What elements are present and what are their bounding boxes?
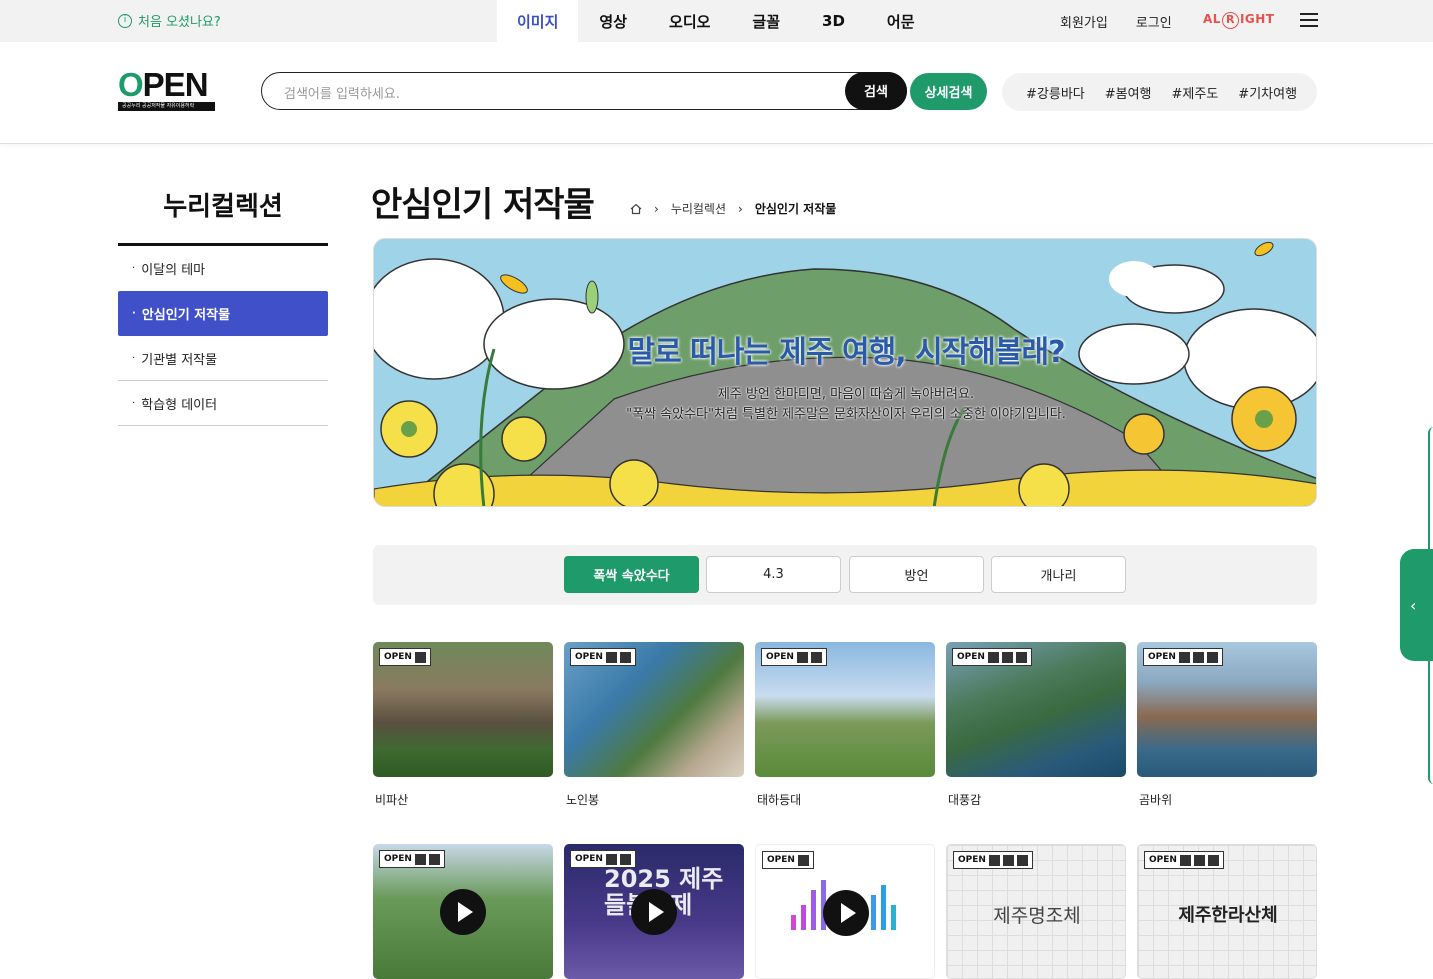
first-visit-link[interactable]: i 처음 오셨나요? — [118, 11, 221, 30]
tab-3d[interactable]: 3D — [801, 0, 866, 42]
open-badge: OPEN — [762, 851, 814, 869]
logo-subtitle: 공공누리 공공저작물 자유이용허락 — [118, 102, 215, 111]
sidebar-menu: · 이달의 테마 · 안심인기 저작물 · 기관별 저작물 · 학습형 데이터 — [118, 243, 328, 426]
filter-chip[interactable]: 방언 — [849, 556, 984, 593]
work-card[interactable]: OPEN 곰바위 — [1137, 642, 1317, 808]
search-input[interactable]: 검색어를 입력하세요. — [284, 83, 400, 102]
alright-logo[interactable]: AL R IGHT — [1203, 12, 1274, 29]
work-title[interactable]: 대풍감 — [946, 791, 1126, 808]
filter-chip[interactable]: 폭싹 속았수다 — [564, 556, 699, 593]
work-thumbnail[interactable]: OPEN 2025 제주 들불축제 — [564, 844, 744, 979]
tag-link[interactable]: #기차여행 — [1238, 83, 1297, 102]
work-title[interactable]: 태하등대 — [755, 791, 935, 808]
tag-link[interactable]: #봄여행 — [1105, 83, 1152, 102]
work-thumbnail[interactable]: OPEN 제주명조체 — [946, 844, 1126, 979]
tab-font[interactable]: 글꼴 — [731, 0, 801, 42]
popular-tags: #강릉바다 #봄여행 #제주도 #기차여행 — [1002, 73, 1317, 111]
home-icon[interactable] — [630, 203, 642, 215]
tab-text[interactable]: 어문 — [866, 0, 936, 42]
work-card[interactable]: OPEN 비파산 — [373, 642, 553, 808]
sidebar-title: 누리컬렉션 — [163, 192, 283, 222]
info-icon: i — [118, 13, 132, 28]
sidebar-item-popular-works[interactable]: · 안심인기 저작물 — [118, 291, 328, 336]
tab-image[interactable]: 이미지 — [497, 0, 579, 42]
play-icon[interactable] — [823, 890, 869, 936]
filter-chip[interactable]: 개나리 — [991, 556, 1126, 593]
hamburger-menu-icon[interactable] — [1300, 13, 1318, 27]
work-card[interactable]: OPEN 노인봉 — [564, 642, 744, 808]
filter-chip[interactable]: 4.3 — [706, 556, 841, 593]
chevron-left-icon: ‹ — [1410, 595, 1417, 615]
open-badge: OPEN — [1144, 851, 1224, 869]
poster-text: 제주명조체 — [993, 905, 1081, 927]
work-thumbnail[interactable]: OPEN — [755, 642, 935, 777]
banner-headline: 말로 떠나는 제주 여행, 시작해볼래? — [627, 335, 1066, 370]
work-title[interactable]: 노인봉 — [564, 791, 744, 808]
work-card[interactable]: OPEN 대풍감 — [946, 642, 1126, 808]
chevron-right-icon: › — [738, 201, 743, 216]
advanced-search-button[interactable]: 상세검색 — [910, 73, 987, 110]
work-card[interactable]: OPEN — [373, 844, 553, 979]
chevron-right-icon: › — [654, 201, 659, 216]
breadcrumb-item[interactable]: 누리컬렉션 — [671, 200, 726, 217]
breadcrumb: › 누리컬렉션 › 안심인기 저작물 — [630, 200, 836, 217]
open-badge: OPEN — [570, 648, 636, 666]
tag-link[interactable]: #강릉바다 — [1026, 83, 1085, 102]
work-title[interactable]: 곰바위 — [1137, 791, 1317, 808]
poster-text: 제주한라산체 — [1178, 905, 1278, 926]
work-thumbnail[interactable]: OPEN — [1137, 642, 1317, 777]
banner-illustration — [374, 241, 1316, 506]
side-panel-toggle[interactable]: ‹ — [1400, 549, 1433, 661]
open-logo[interactable]: OPEN 공공누리 공공저작물 자유이용허락 — [118, 68, 215, 112]
search-box: 검색어를 입력하세요. 검색 — [261, 71, 907, 110]
breadcrumb-current: 안심인기 저작물 — [754, 202, 837, 216]
work-title[interactable]: 비파산 — [373, 791, 553, 808]
work-thumbnail[interactable]: OPEN — [755, 844, 935, 979]
sidebar-item-learning-data[interactable]: · 학습형 데이터 — [118, 381, 328, 426]
user-links: 회원가입 로그인 — [1060, 12, 1172, 31]
page-title: 안심인기 저작물 — [371, 185, 595, 225]
play-icon[interactable] — [631, 889, 677, 935]
play-icon[interactable] — [440, 889, 486, 935]
tab-audio[interactable]: 오디오 — [648, 0, 731, 42]
work-thumbnail[interactable]: OPEN — [373, 844, 553, 979]
open-badge: OPEN — [761, 648, 827, 666]
banner-line-2: "폭싹 속았수다"처럼 특별한 제주말은 문화자산이자 우리의 소중한 이야기입… — [626, 407, 1066, 422]
work-thumbnail[interactable]: OPEN — [946, 642, 1126, 777]
join-link[interactable]: 회원가입 — [1060, 12, 1108, 31]
tag-link[interactable]: #제주도 — [1172, 83, 1219, 102]
work-thumbnail[interactable]: OPEN — [564, 642, 744, 777]
tab-video[interactable]: 영상 — [578, 0, 648, 42]
work-thumbnail[interactable]: OPEN 제주한라산체 — [1137, 844, 1317, 979]
theme-banner[interactable]: 말로 떠나는 제주 여행, 시작해볼래? 제주 방언 한마디면, 마음이 따숩게… — [373, 238, 1317, 507]
header: OPEN 공공누리 공공저작물 자유이용허락 검색어를 입력하세요. 검색 상세… — [0, 42, 1433, 144]
filter-bar: 폭싹 속았수다 4.3 방언 개나리 — [373, 545, 1317, 605]
sidebar-item-monthly-theme[interactable]: · 이달의 테마 — [118, 246, 328, 291]
work-thumbnail[interactable]: OPEN — [373, 642, 553, 777]
first-visit-label: 처음 오셨나요? — [138, 15, 221, 30]
open-badge: OPEN — [952, 648, 1032, 666]
work-card[interactable]: OPEN — [755, 844, 935, 979]
sidebar-item-by-institution[interactable]: · 기관별 저작물 — [118, 336, 328, 381]
open-badge: OPEN — [379, 648, 431, 666]
work-card[interactable]: OPEN 태하등대 — [755, 642, 935, 808]
open-badge: OPEN — [379, 850, 445, 868]
work-card[interactable]: OPEN 제주명조체 — [946, 844, 1126, 979]
banner-line-1: 제주 방언 한마디면, 마음이 따숩게 녹아버려요. — [717, 387, 975, 402]
open-badge: OPEN — [1143, 648, 1223, 666]
search-button[interactable]: 검색 — [845, 71, 907, 110]
login-link[interactable]: 로그인 — [1136, 12, 1172, 31]
media-type-nav: 이미지 영상 오디오 글꼴 3D 어문 — [497, 0, 936, 42]
work-card[interactable]: OPEN 2025 제주 들불축제 — [564, 844, 744, 979]
open-badge: OPEN — [953, 851, 1033, 869]
work-card[interactable]: OPEN 제주한라산체 — [1137, 844, 1317, 979]
top-bar: i 처음 오셨나요? 이미지 영상 오디오 글꼴 3D 어문 회원가입 로그인 … — [0, 0, 1433, 42]
